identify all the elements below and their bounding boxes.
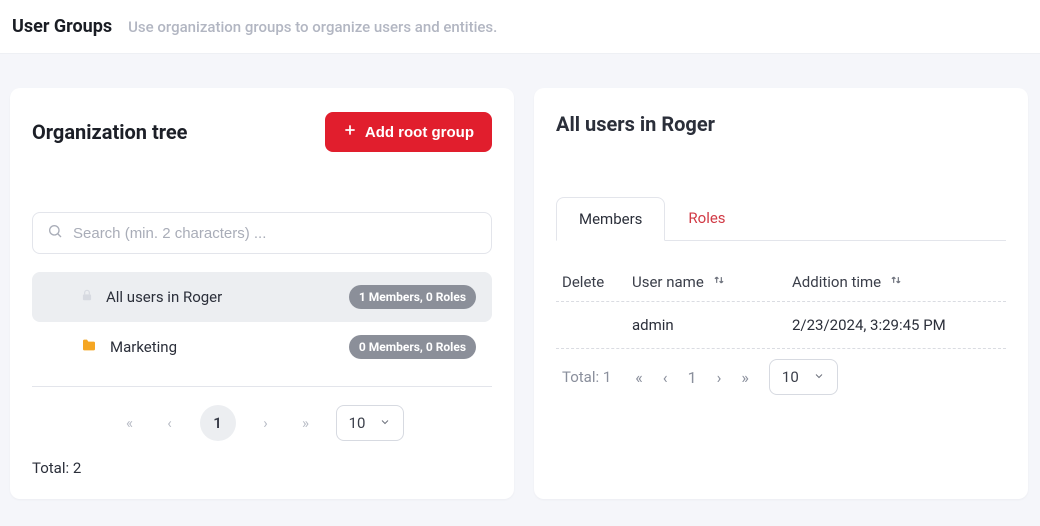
add-root-group-label: Add root group	[365, 124, 474, 141]
cell-username: admin	[632, 316, 792, 334]
search-input-wrap[interactable]	[32, 212, 492, 254]
page-first-button[interactable]: «	[635, 368, 643, 387]
plus-icon	[343, 123, 357, 141]
page-prev-button[interactable]: ‹	[663, 368, 668, 387]
page-size-select[interactable]: 10	[769, 359, 838, 395]
tree-row-label: Marketing	[110, 338, 177, 356]
page-current[interactable]: 1	[688, 368, 697, 387]
table-row[interactable]: admin 2/23/2024, 3:29:45 PM	[556, 302, 1006, 348]
tree-row-marketing[interactable]: Marketing 0 Members, 0 Roles	[32, 322, 492, 372]
page-subtitle: Use organization groups to organize user…	[128, 18, 497, 36]
tree-pagination: « ‹ 1 › » 10	[32, 397, 492, 445]
tab-members[interactable]: Members	[556, 197, 665, 241]
page-next-button[interactable]: ›	[256, 414, 276, 432]
folder-icon	[80, 337, 98, 357]
sort-icon	[712, 273, 726, 291]
tree-row-all-users[interactable]: All users in Roger 1 Members, 0 Roles	[32, 272, 492, 322]
page-title: User Groups	[12, 16, 112, 37]
add-root-group-button[interactable]: Add root group	[325, 112, 492, 152]
col-addition-label: Addition time	[792, 273, 881, 291]
page-prev-button[interactable]: ‹	[160, 414, 180, 432]
members-pagination: Total: 1 « ‹ 1 › » 10	[556, 349, 1006, 395]
col-username[interactable]: User name	[632, 273, 792, 291]
lock-icon	[80, 287, 94, 307]
divider	[32, 386, 492, 387]
page-size-select[interactable]: 10	[336, 405, 405, 441]
organization-tree-title: Organization tree	[32, 120, 187, 144]
tree-total: Total: 2	[32, 459, 492, 477]
group-detail-card: All users in Roger Members Roles Delete …	[534, 88, 1028, 499]
tabs: Members Roles	[556, 196, 1006, 240]
content-area: Organization tree Add root group All use…	[0, 54, 1040, 509]
page-last-button[interactable]: »	[741, 368, 749, 387]
members-table: Delete User name Addition time adm	[556, 241, 1006, 395]
cell-addition-time: 2/23/2024, 3:29:45 PM	[792, 316, 1000, 334]
group-detail-title: All users in Roger	[556, 112, 1006, 136]
col-username-label: User name	[632, 273, 704, 291]
table-header: Delete User name Addition time	[556, 263, 1006, 301]
tree-row-label: All users in Roger	[106, 288, 222, 306]
chevron-down-icon	[813, 368, 825, 386]
search-icon	[47, 223, 63, 243]
page-size-value: 10	[349, 414, 366, 432]
chevron-down-icon	[379, 414, 391, 432]
search-input[interactable]	[73, 225, 477, 242]
page-current[interactable]: 1	[200, 405, 236, 441]
page-last-button[interactable]: »	[296, 414, 316, 432]
col-addition-time[interactable]: Addition time	[792, 273, 1000, 291]
page-header: User Groups Use organization groups to o…	[0, 0, 1040, 54]
page-size-value: 10	[782, 368, 799, 386]
page-next-button[interactable]: ›	[717, 368, 722, 387]
tab-roles[interactable]: Roles	[665, 196, 748, 240]
organization-tree-card: Organization tree Add root group All use…	[10, 88, 514, 499]
members-total: Total: 1	[562, 368, 611, 386]
col-delete: Delete	[562, 273, 632, 291]
tree-row-badge: 1 Members, 0 Roles	[349, 285, 476, 309]
tree-row-badge: 0 Members, 0 Roles	[349, 335, 476, 359]
page-first-button[interactable]: «	[120, 414, 140, 432]
sort-icon	[889, 273, 903, 291]
